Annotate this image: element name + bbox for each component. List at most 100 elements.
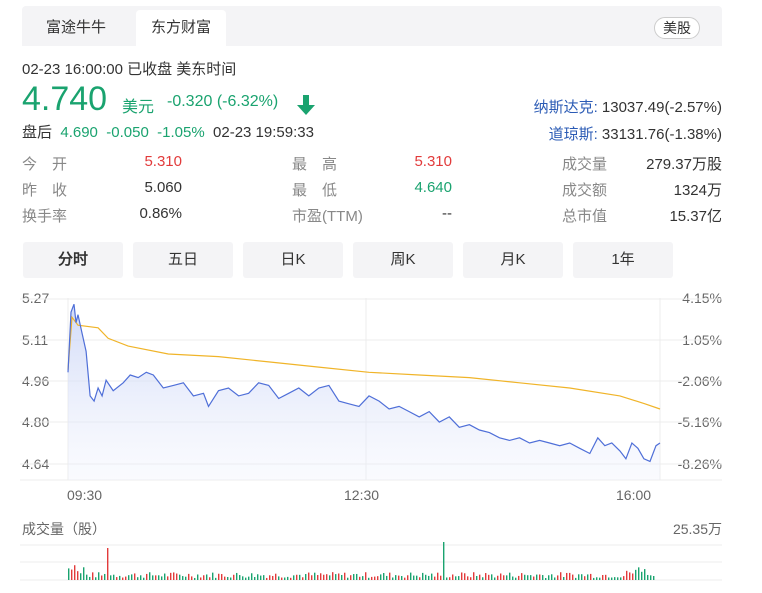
index-name: 道琼斯:	[548, 126, 598, 143]
volume-bar	[239, 575, 241, 580]
volume-bar	[632, 573, 634, 580]
volume-bar	[419, 577, 421, 580]
currency-unit: 美元	[122, 99, 155, 116]
period-tab-1year[interactable]: 1年	[573, 242, 673, 278]
volume-bar	[455, 576, 457, 580]
volume-bar	[134, 573, 136, 580]
after-hours-time: 02-23 19:59:33	[213, 124, 314, 141]
volume-bar	[392, 577, 394, 580]
volume-bar	[89, 576, 91, 580]
volume-bar	[146, 573, 148, 580]
volume-bar	[638, 567, 640, 580]
volume-bar	[311, 575, 313, 580]
period-tab-5day[interactable]: 五日	[133, 242, 233, 278]
stat-mktcap-label: 总市值	[562, 208, 608, 225]
volume-bar	[116, 577, 118, 580]
volume-bar	[356, 573, 358, 580]
volume-bar	[272, 575, 274, 580]
tab-eastmoney[interactable]: 东方财富	[136, 10, 226, 46]
period-tab-daily[interactable]: 日K	[243, 242, 343, 278]
volume-bar	[254, 577, 256, 580]
stat-volume-label: 成交量	[562, 156, 608, 173]
volume-bar	[278, 576, 280, 580]
volume-bar	[500, 573, 502, 580]
volume-bar	[275, 573, 277, 580]
volume-bar	[374, 576, 376, 580]
volume-bar	[209, 577, 211, 580]
stat-open-label: 今 开	[22, 156, 68, 173]
volume-bar	[125, 576, 127, 580]
volume-bar	[476, 575, 478, 580]
volume-bar	[389, 572, 391, 580]
volume-bar	[506, 575, 508, 580]
volume-bar	[521, 573, 523, 580]
volume-bar	[401, 576, 403, 580]
volume-bar	[221, 574, 223, 580]
volume-bar	[335, 574, 337, 580]
volume-bar	[509, 572, 511, 580]
index-value: 13037.49(-2.57%)	[601, 99, 722, 116]
volume-bar	[593, 577, 595, 580]
volume-bar	[467, 576, 469, 580]
volume-bar	[227, 576, 229, 580]
stat-pe-label: 市盈(TTM)	[292, 208, 363, 225]
volume-bar	[623, 576, 625, 580]
volume-bar	[488, 574, 490, 580]
volume-bar	[203, 575, 205, 580]
tab-futu[interactable]: 富途牛牛	[22, 10, 130, 46]
volume-bar	[338, 573, 340, 580]
period-tab-weekly[interactable]: 周K	[353, 242, 453, 278]
volume-bar	[107, 548, 109, 580]
volume-bar	[515, 577, 517, 580]
volume-bar	[314, 572, 316, 580]
volume-bar	[128, 575, 130, 580]
volume-bar	[323, 574, 325, 580]
volume-bar	[185, 576, 187, 580]
volume-bar	[590, 573, 592, 580]
index-nasdaq[interactable]: 纳斯达克: 13037.49(-2.57%)	[534, 96, 722, 117]
volume-bar	[587, 574, 589, 580]
volume-bar	[74, 565, 76, 580]
volume-bar	[650, 575, 652, 580]
volume-bar	[317, 575, 319, 580]
volume-bar	[647, 574, 649, 580]
volume-bar	[368, 577, 370, 580]
volume-bar	[347, 577, 349, 580]
volume-bar	[554, 577, 556, 580]
volume-bar	[284, 577, 286, 580]
volume-bar	[164, 573, 166, 580]
volume-bar	[539, 574, 541, 580]
stat-prev-close-value: 5.060	[144, 179, 182, 196]
volume-bar	[410, 572, 412, 580]
volume-bar	[614, 577, 616, 580]
volume-bar	[629, 572, 631, 580]
after-hours-price: 4.690	[60, 124, 98, 141]
volume-bar	[557, 575, 559, 580]
volume-bar	[626, 570, 628, 580]
volume-bar	[608, 577, 610, 580]
stat-turnover-label: 换手率	[22, 208, 68, 225]
volume-bar	[365, 572, 367, 580]
volume-bar	[149, 572, 151, 580]
volume-bar	[131, 574, 133, 580]
stat-volume-value: 279.37万股	[646, 156, 722, 173]
volume-bar	[152, 575, 154, 580]
volume-bar	[635, 569, 637, 580]
index-dow[interactable]: 道琼斯: 33131.76(-1.38%)	[549, 123, 722, 144]
volume-bar	[101, 575, 103, 580]
volume-bar	[77, 571, 79, 580]
volume-bar	[290, 577, 292, 580]
volume-bar	[92, 572, 94, 580]
intraday-chart[interactable]	[0, 290, 762, 593]
volume-bar	[530, 575, 532, 580]
volume-bar	[371, 576, 373, 580]
period-tab-monthly[interactable]: 月K	[463, 242, 563, 278]
volume-bar	[182, 576, 184, 580]
volume-bar	[422, 572, 424, 580]
index-name: 纳斯达克:	[533, 99, 598, 116]
period-tab-intraday[interactable]: 分时	[23, 242, 123, 278]
volume-bar	[179, 574, 181, 580]
source-tabs: 富途牛牛 东方财富 美股	[22, 6, 722, 46]
volume-bar	[122, 577, 124, 580]
volume-bar	[86, 574, 88, 580]
